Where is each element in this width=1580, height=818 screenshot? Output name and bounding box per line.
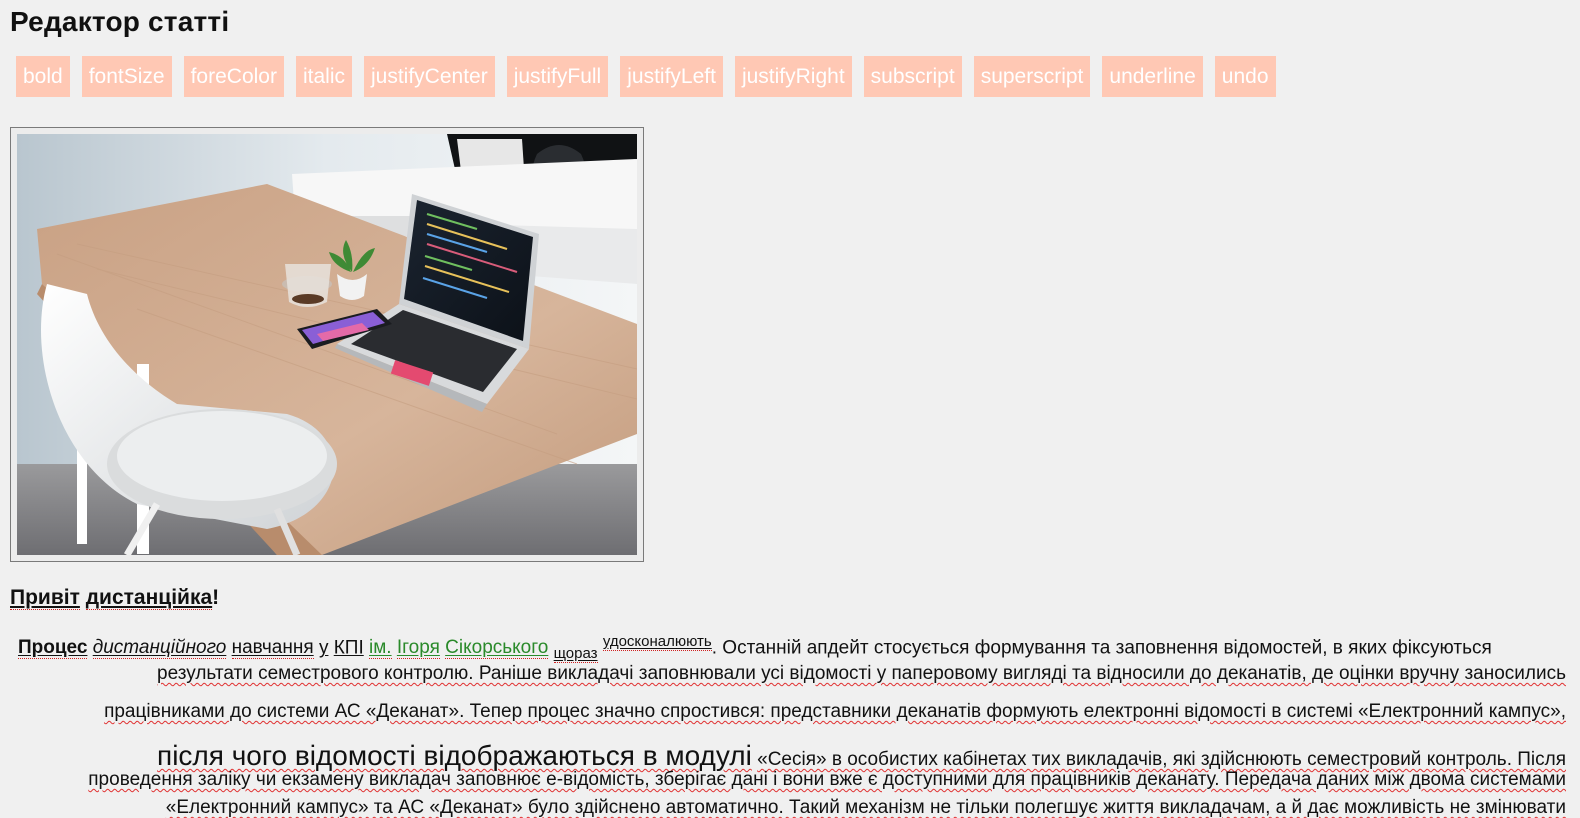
justify-center-button[interactable]: justifyCenter [363, 56, 495, 97]
justify-right-button[interactable]: justifyRight [734, 56, 852, 97]
page-title: Редактор статті [10, 6, 230, 37]
article-body[interactable]: Процес дистанційного навчання у КПІ ім. … [10, 633, 1566, 818]
article-text: . Останній апдейт стосується формування … [711, 637, 1492, 659]
colored-word: Сікорського [445, 637, 549, 660]
justify-full-button[interactable]: justifyFull [506, 56, 609, 97]
underline-button[interactable]: underline [1102, 56, 1203, 97]
heading-punct: ! [212, 586, 220, 609]
word: КПІ [333, 637, 364, 659]
word: навчання [231, 637, 314, 660]
article-line-5: проведення заліку чи екзамену викладач з… [88, 769, 1566, 790]
bold-button[interactable]: bold [16, 56, 70, 97]
heading-word-2: дистанційка [85, 586, 213, 610]
article-line-2: результати семестрового контролю. Раніше… [157, 663, 1566, 684]
italic-word: дистанційного [92, 637, 227, 660]
italic-button[interactable]: italic [295, 56, 352, 97]
undo-button[interactable]: undo [1214, 56, 1276, 97]
heading-word-1: Привіт [10, 586, 80, 610]
font-size-button[interactable]: fontSize [81, 56, 172, 97]
article-text: «Сесія» в особистих кабінетах тих виклад… [757, 749, 1566, 770]
superscript-word: удосконалюють [602, 633, 712, 651]
desk-laptop-photo [17, 134, 637, 555]
article-heading[interactable]: Привіт дистанційка! [10, 586, 219, 610]
subscript-word: щораз [553, 645, 598, 664]
article-line-1: Процес дистанційного навчання у КПІ ім. … [10, 633, 1566, 664]
superscript-button[interactable]: superscript [973, 56, 1091, 97]
bold-word: Процес [18, 637, 88, 660]
article-line-4: після чого відомості відображаються в мо… [10, 742, 1566, 770]
subscript-button[interactable]: subscript [863, 56, 962, 97]
article-image[interactable] [10, 127, 644, 562]
word: у [318, 637, 329, 659]
justify-left-button[interactable]: justifyLeft [620, 56, 723, 97]
formatting-toolbar: bold fontSize foreColor italic justifyCe… [16, 56, 1288, 97]
large-text: після чого відомості відображаються в мо… [157, 740, 752, 771]
article-line-6: «Електронний кампус» та АС «Деканат» бул… [165, 797, 1566, 818]
article-line-3: працівниками до системи АС «Деканат». Те… [104, 701, 1566, 722]
colored-word: ім. [369, 637, 392, 660]
fore-color-button[interactable]: foreColor [183, 56, 284, 97]
colored-word: Ігоря [396, 637, 440, 660]
